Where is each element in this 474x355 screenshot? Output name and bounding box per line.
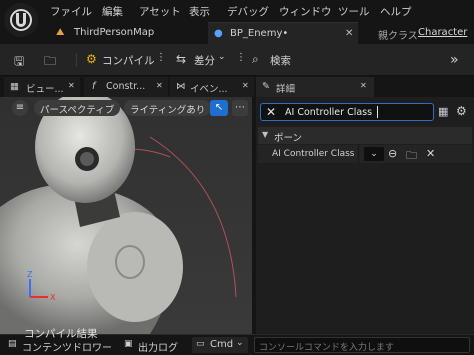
terminal-icon: ▭: [196, 339, 205, 349]
menu-window[interactable]: ウィンドウ: [279, 4, 332, 19]
grid-icon: ▦: [10, 81, 19, 92]
close-tab-icon[interactable]: ✕: [156, 81, 163, 90]
binoculars-icon[interactable]: ⌕: [252, 52, 259, 67]
toolbar-separator: [76, 53, 77, 67]
use-selected-icon[interactable]: ⊖: [388, 147, 397, 160]
compile-icon[interactable]: ⚙: [86, 52, 97, 66]
document-tab-row: ⛰ ThirdPersonMap ● BP_Enemy• ✕ 親クラス Char…: [0, 22, 474, 44]
tab-viewport-label: ビュー...: [26, 84, 64, 95]
close-tab-icon[interactable]: ✕: [345, 28, 353, 39]
menu-tools[interactable]: ツール: [338, 4, 370, 19]
tab-viewport[interactable]: ▦ ビュー... ✕: [4, 77, 80, 97]
select-cursor-icon[interactable]: ↖: [210, 100, 228, 116]
property-matrix-icon[interactable]: ▦: [438, 105, 448, 118]
tab-details[interactable]: ✎ 詳細 ✕: [256, 77, 374, 97]
text-caret: [377, 106, 378, 118]
mannequin-shoulder: [87, 212, 183, 322]
panel-tab-row: ▦ ビュー... ✕ f Constr... ✕ ⋈ イベン... ✕ ✎ 詳細…: [0, 77, 474, 97]
viewport-toolbar: ≡ パースペクティブ ライティングあり ↖ ⋯: [0, 97, 252, 119]
chevron-down-icon[interactable]: ⌄: [218, 52, 226, 62]
axis-x-label: X: [50, 293, 56, 302]
category-label: ポーン: [274, 133, 303, 144]
cmd-selector[interactable]: ▭ Cmd ⌄: [192, 337, 248, 353]
property-row-ai-controller-class: AI Controller Class ⌄ ⊖ 🗀 ✕: [258, 145, 472, 163]
tab-construction-label: Constr...: [106, 81, 146, 92]
pencil-icon: ✎: [262, 81, 270, 92]
settings-gear-icon[interactable]: ⚙: [456, 104, 467, 118]
search-value: AI Controller Class: [285, 107, 373, 118]
diff-icon[interactable]: ⇆: [176, 52, 186, 66]
clear-search-icon[interactable]: ✕: [266, 105, 276, 119]
cmd-label: Cmd: [210, 339, 234, 350]
tab-thirdpersonmap[interactable]: ⛰ ThirdPersonMap: [46, 22, 206, 44]
perspective-button[interactable]: パースペクティブ: [34, 100, 121, 116]
toolbar-options-icon[interactable]: ⋮: [236, 52, 246, 63]
overflow-chevron-icon[interactable]: »: [450, 52, 459, 68]
close-tab-icon[interactable]: ✕: [242, 81, 249, 90]
blueprint-toolbar: 🖫 🗀 ⚙ コンパイル ⋮ ⇆ 差分 ⌄ ⋮ ⌕ 検索 »: [0, 44, 474, 76]
close-tab-icon[interactable]: ✕: [68, 81, 75, 90]
category-pawn[interactable]: ▼ ポーン: [258, 127, 472, 144]
browse-folder-icon[interactable]: 🗀: [44, 52, 56, 73]
viewport-scene: Z X: [0, 97, 252, 334]
tab-label: BP_Enemy•: [230, 28, 289, 39]
diff-button[interactable]: 差分: [194, 53, 215, 68]
menu-file[interactable]: ファイル: [50, 4, 92, 19]
tab-bp-enemy[interactable]: ● BP_Enemy• ✕: [208, 22, 358, 44]
compile-button[interactable]: コンパイル: [102, 53, 155, 68]
output-log-icon[interactable]: ▣: [124, 339, 133, 349]
details-search-input[interactable]: ✕ AI Controller Class: [260, 103, 434, 121]
chevron-down-icon: ⌄: [236, 338, 244, 348]
menu-edit[interactable]: 編集: [102, 4, 123, 19]
menu-asset[interactable]: アセット: [139, 4, 181, 19]
menu-debug[interactable]: デバッグ: [227, 4, 269, 19]
console-command-input[interactable]: コンソールコマンドを入力します: [254, 337, 470, 353]
compile-results-tab[interactable]: コンパイル結果: [24, 326, 98, 341]
class-picker-dropdown[interactable]: ⌄: [364, 147, 384, 161]
search-button[interactable]: 検索: [270, 53, 291, 68]
clear-value-icon[interactable]: ✕: [426, 147, 435, 160]
output-log-button[interactable]: 出力ログ: [138, 339, 178, 354]
function-icon: f: [92, 81, 96, 92]
compile-options-icon[interactable]: ⋮: [156, 52, 166, 63]
menu-help[interactable]: ヘルプ: [380, 4, 412, 19]
graph-icon: ⋈: [176, 81, 186, 92]
save-icon[interactable]: 🖫: [14, 52, 24, 73]
tab-details-label: 詳細: [276, 84, 296, 95]
menu-view[interactable]: 表示: [189, 4, 210, 19]
mannequin-ear-inner: [80, 152, 94, 166]
tab-event-label: イベン...: [190, 84, 228, 95]
parent-class-label: 親クラス: [378, 31, 418, 42]
browse-asset-icon[interactable]: 🗀: [406, 147, 417, 166]
axis-z-label: Z: [27, 270, 33, 279]
menu-bar: ファイル 編集 アセット 表示 デバッグ ウィンドウ ツール ヘルプ: [0, 0, 474, 37]
viewport-menu-icon[interactable]: ≡: [12, 100, 28, 116]
content-drawer-button[interactable]: コンテンツドロワー: [22, 339, 112, 354]
content-drawer-icon[interactable]: ▤: [8, 339, 17, 349]
map-icon: ⛰: [56, 27, 65, 38]
viewport-more-icon[interactable]: ⋯: [232, 100, 248, 116]
property-label: AI Controller Class: [272, 149, 355, 159]
console-placeholder: コンソールコマンドを入力します: [259, 343, 394, 353]
close-tab-icon[interactable]: ✕: [360, 81, 367, 90]
column-separator: [358, 145, 359, 163]
blueprint-person-icon: ●: [214, 28, 223, 39]
collapse-arrow-icon: ▼: [262, 130, 269, 139]
viewport-panel[interactable]: Z X ≡ パースペクティブ ライティングあり ↖ ⋯: [0, 97, 252, 334]
lighting-button[interactable]: ライティングあり: [124, 100, 212, 116]
details-panel: ✕ AI Controller Class ▦ ⚙ ▼ ポーン AI Contr…: [256, 97, 474, 334]
tab-event-graph[interactable]: ⋈ イベン... ✕: [170, 77, 254, 97]
tab-construction-script[interactable]: f Constr... ✕: [84, 77, 168, 97]
tab-label: ThirdPersonMap: [74, 27, 155, 38]
parent-class-link[interactable]: Character: [418, 27, 467, 38]
